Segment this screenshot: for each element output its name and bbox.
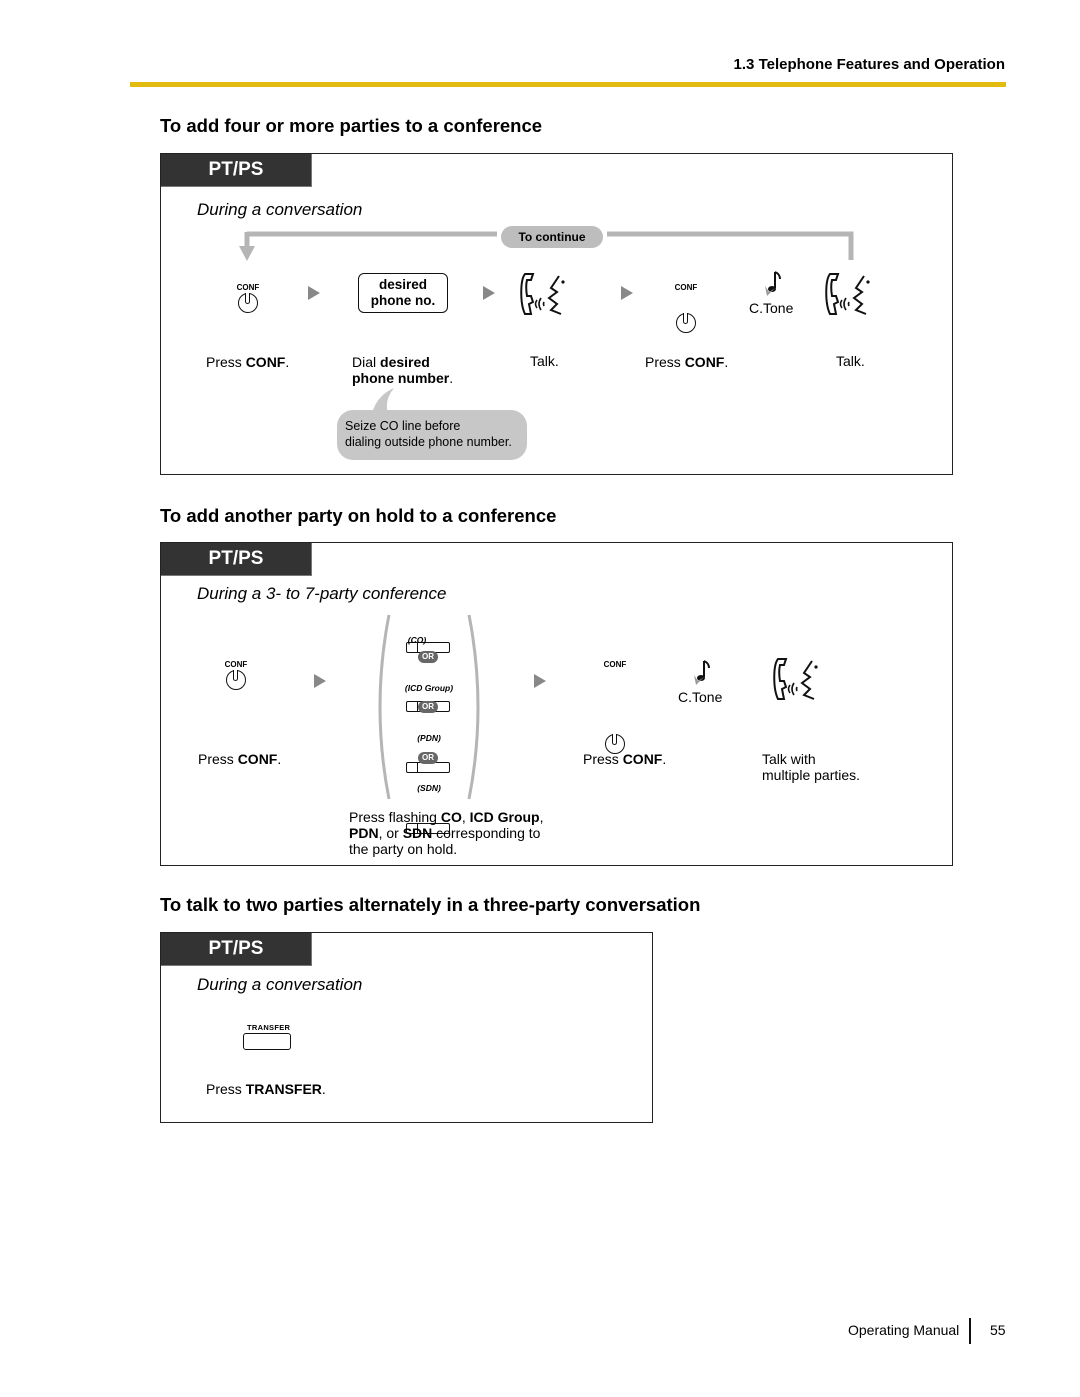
step-dial-number: Dial desired phone number.	[352, 354, 454, 386]
page-number: 55	[990, 1322, 1006, 1338]
note-line1: Seize CO line before	[345, 419, 461, 433]
arrow-right-icon	[308, 286, 320, 300]
note-bubble: Seize CO line before dialing outside pho…	[337, 410, 527, 460]
arrow-right-icon	[314, 674, 326, 688]
step-talk-multiple: Talk with multiple parties.	[762, 751, 861, 783]
or-badge: OR	[418, 752, 438, 764]
arrow-right-icon	[483, 286, 495, 300]
context-label: During a conversation	[197, 200, 363, 219]
confirmation-tone-icon	[765, 271, 781, 296]
conf-key-label: CONF	[224, 660, 248, 669]
conf-button-icon	[676, 313, 696, 333]
step-press-flashing-key: Press flashing CO, ICD Group, PDN, or SD…	[349, 809, 544, 857]
desired-phone-number-key: desired phone no.	[358, 273, 448, 313]
step-press-conf: Press CONF.	[206, 354, 290, 370]
conf-key-label: CONF	[236, 283, 260, 292]
footer-manual-name: Operating Manual	[848, 1322, 960, 1338]
conf-button-icon	[226, 670, 246, 690]
handset-talk-icon	[825, 273, 870, 315]
step-press-conf: Press CONF.	[645, 354, 729, 370]
step-talk: Talk.	[836, 353, 865, 369]
handset-talk-icon	[773, 658, 818, 700]
confirmation-tone-icon	[694, 660, 710, 685]
step-talk: Talk.	[530, 353, 559, 369]
key-caption-co: (CO)	[407, 635, 427, 645]
or-badge: OR	[418, 701, 438, 713]
pt-ps-tag: PT/PS	[161, 543, 312, 576]
handset-talk-icon	[520, 273, 565, 315]
conf-key-label: CONF	[603, 660, 627, 669]
note-line2: dialing outside phone number.	[345, 435, 512, 449]
arrow-right-icon	[621, 286, 633, 300]
conf-button-icon	[238, 293, 258, 313]
pt-ps-tag: PT/PS	[161, 154, 312, 187]
step-press-conf: Press CONF.	[198, 751, 282, 767]
arrow-right-icon	[534, 674, 546, 688]
running-header: 1.3 Telephone Features and Operation	[733, 56, 1005, 73]
dial-box-line2: phone no.	[370, 293, 436, 308]
section-title-alternate-parties: To talk to two parties alternately in a …	[160, 894, 701, 915]
header-rule	[130, 82, 1006, 87]
ctone-label: C.Tone	[749, 300, 794, 316]
procedure-panel-add-held-party: PT/PS During a 3- to 7-party conference …	[160, 542, 953, 866]
step-press-conf: Press CONF.	[583, 751, 667, 767]
transfer-button-icon	[243, 1033, 291, 1050]
pt-ps-tag: PT/PS	[161, 933, 312, 966]
loop-arrow-down-icon	[239, 246, 255, 261]
key-caption-pdn: (PDN)	[417, 733, 441, 743]
context-label: During a 3- to 7-party conference	[197, 584, 447, 603]
procedure-panel-alternate-parties: PT/PS During a conversation TRANSFER Pre…	[160, 932, 653, 1123]
section-title-add-four-parties: To add four or more parties to a confere…	[160, 115, 543, 136]
transfer-key-label: TRANSFER	[247, 1023, 291, 1032]
section-title-add-held-party: To add another party on hold to a confer…	[160, 505, 557, 526]
dial-box-line1: desired	[378, 277, 428, 292]
ctone-label: C.Tone	[678, 689, 723, 705]
procedure-panel-add-four-parties: PT/PS During a conversation To continue …	[160, 153, 953, 475]
key-caption-sdn: (SDN)	[417, 783, 441, 793]
step-press-transfer: Press TRANSFER.	[206, 1081, 326, 1097]
footer-divider	[969, 1318, 971, 1344]
context-label: During a conversation	[197, 975, 363, 994]
or-badge: OR	[418, 651, 438, 663]
to-continue-badge: To continue	[501, 226, 603, 248]
key-caption-icd-group: (ICD Group)	[404, 683, 454, 693]
conf-key-label: CONF	[674, 283, 698, 292]
